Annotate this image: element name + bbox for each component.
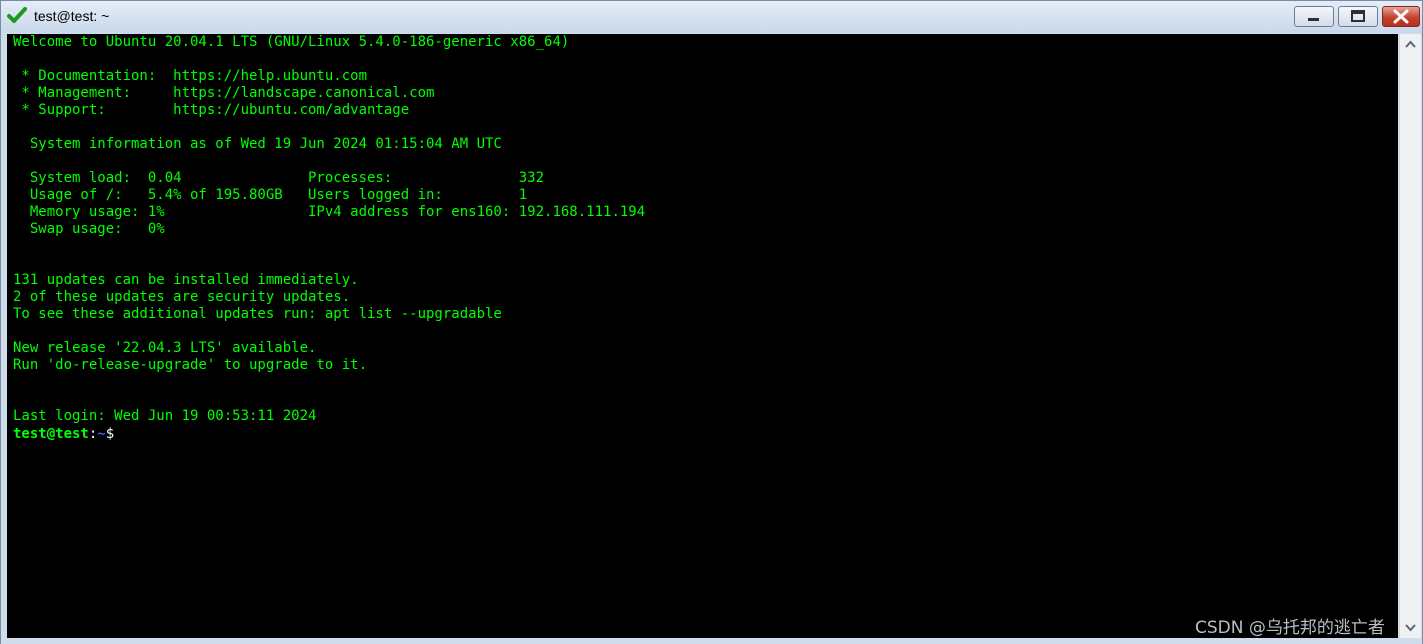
window-title: test@test: ~ bbox=[34, 8, 110, 24]
minimize-icon bbox=[1308, 18, 1319, 21]
title-bar[interactable]: test@test: ~ bbox=[1, 1, 1422, 33]
prompt-user-host: test@test bbox=[13, 426, 89, 442]
terminal-line: System load: 0.04 Processes: 332 bbox=[13, 170, 545, 186]
terminal-line: * Management: https://landscape.canonica… bbox=[13, 85, 435, 101]
terminal-line: To see these additional updates run: apt… bbox=[13, 306, 502, 322]
minimize-button[interactable] bbox=[1294, 6, 1334, 27]
window-bottom-border bbox=[1, 638, 1422, 644]
prompt-symbol: $ bbox=[105, 426, 115, 442]
terminal-line: Welcome to Ubuntu 20.04.1 LTS (GNU/Linux… bbox=[13, 34, 570, 50]
close-icon bbox=[1393, 9, 1409, 24]
terminal-window: test@test: ~ Welcome to Ubuntu 20.04.1 L… bbox=[0, 0, 1423, 644]
terminal-line: Run 'do-release-upgrade' to upgrade to i… bbox=[13, 357, 368, 373]
maximize-icon bbox=[1351, 10, 1365, 22]
scroll-up-arrow-icon[interactable] bbox=[1400, 35, 1421, 55]
text-cursor bbox=[114, 425, 122, 440]
csdn-watermark: CSDN @乌托邦的逃亡者 bbox=[1195, 618, 1385, 638]
maximize-button[interactable] bbox=[1338, 6, 1378, 27]
terminal-line: Memory usage: 1% IPv4 address for ens160… bbox=[13, 204, 646, 220]
vertical-scrollbar[interactable] bbox=[1399, 34, 1421, 638]
green-check-icon bbox=[7, 7, 27, 23]
prompt-path: ~ bbox=[97, 426, 106, 442]
terminal-line: Usage of /: 5.4% of 195.80GB Users logge… bbox=[13, 187, 528, 203]
close-button[interactable] bbox=[1382, 6, 1420, 27]
terminal-line: 131 updates can be installed immediately… bbox=[13, 272, 359, 288]
shell-prompt[interactable]: test@test:~$ bbox=[13, 425, 122, 442]
scroll-down-arrow-icon[interactable] bbox=[1400, 617, 1421, 637]
terminal-output[interactable]: Welcome to Ubuntu 20.04.1 LTS (GNU/Linux… bbox=[7, 34, 1398, 638]
terminal-line: Swap usage: 0% bbox=[13, 221, 165, 237]
terminal-line: Last login: Wed Jun 19 00:53:11 2024 bbox=[13, 408, 317, 424]
terminal-line: 2 of these updates are security updates. bbox=[13, 289, 351, 305]
terminal-line: * Support: https://ubuntu.com/advantage bbox=[13, 102, 410, 118]
terminal-line: * Documentation: https://help.ubuntu.com bbox=[13, 68, 368, 84]
terminal-line: System information as of Wed 19 Jun 2024… bbox=[13, 136, 502, 152]
terminal-line: New release '22.04.3 LTS' available. bbox=[13, 340, 317, 356]
